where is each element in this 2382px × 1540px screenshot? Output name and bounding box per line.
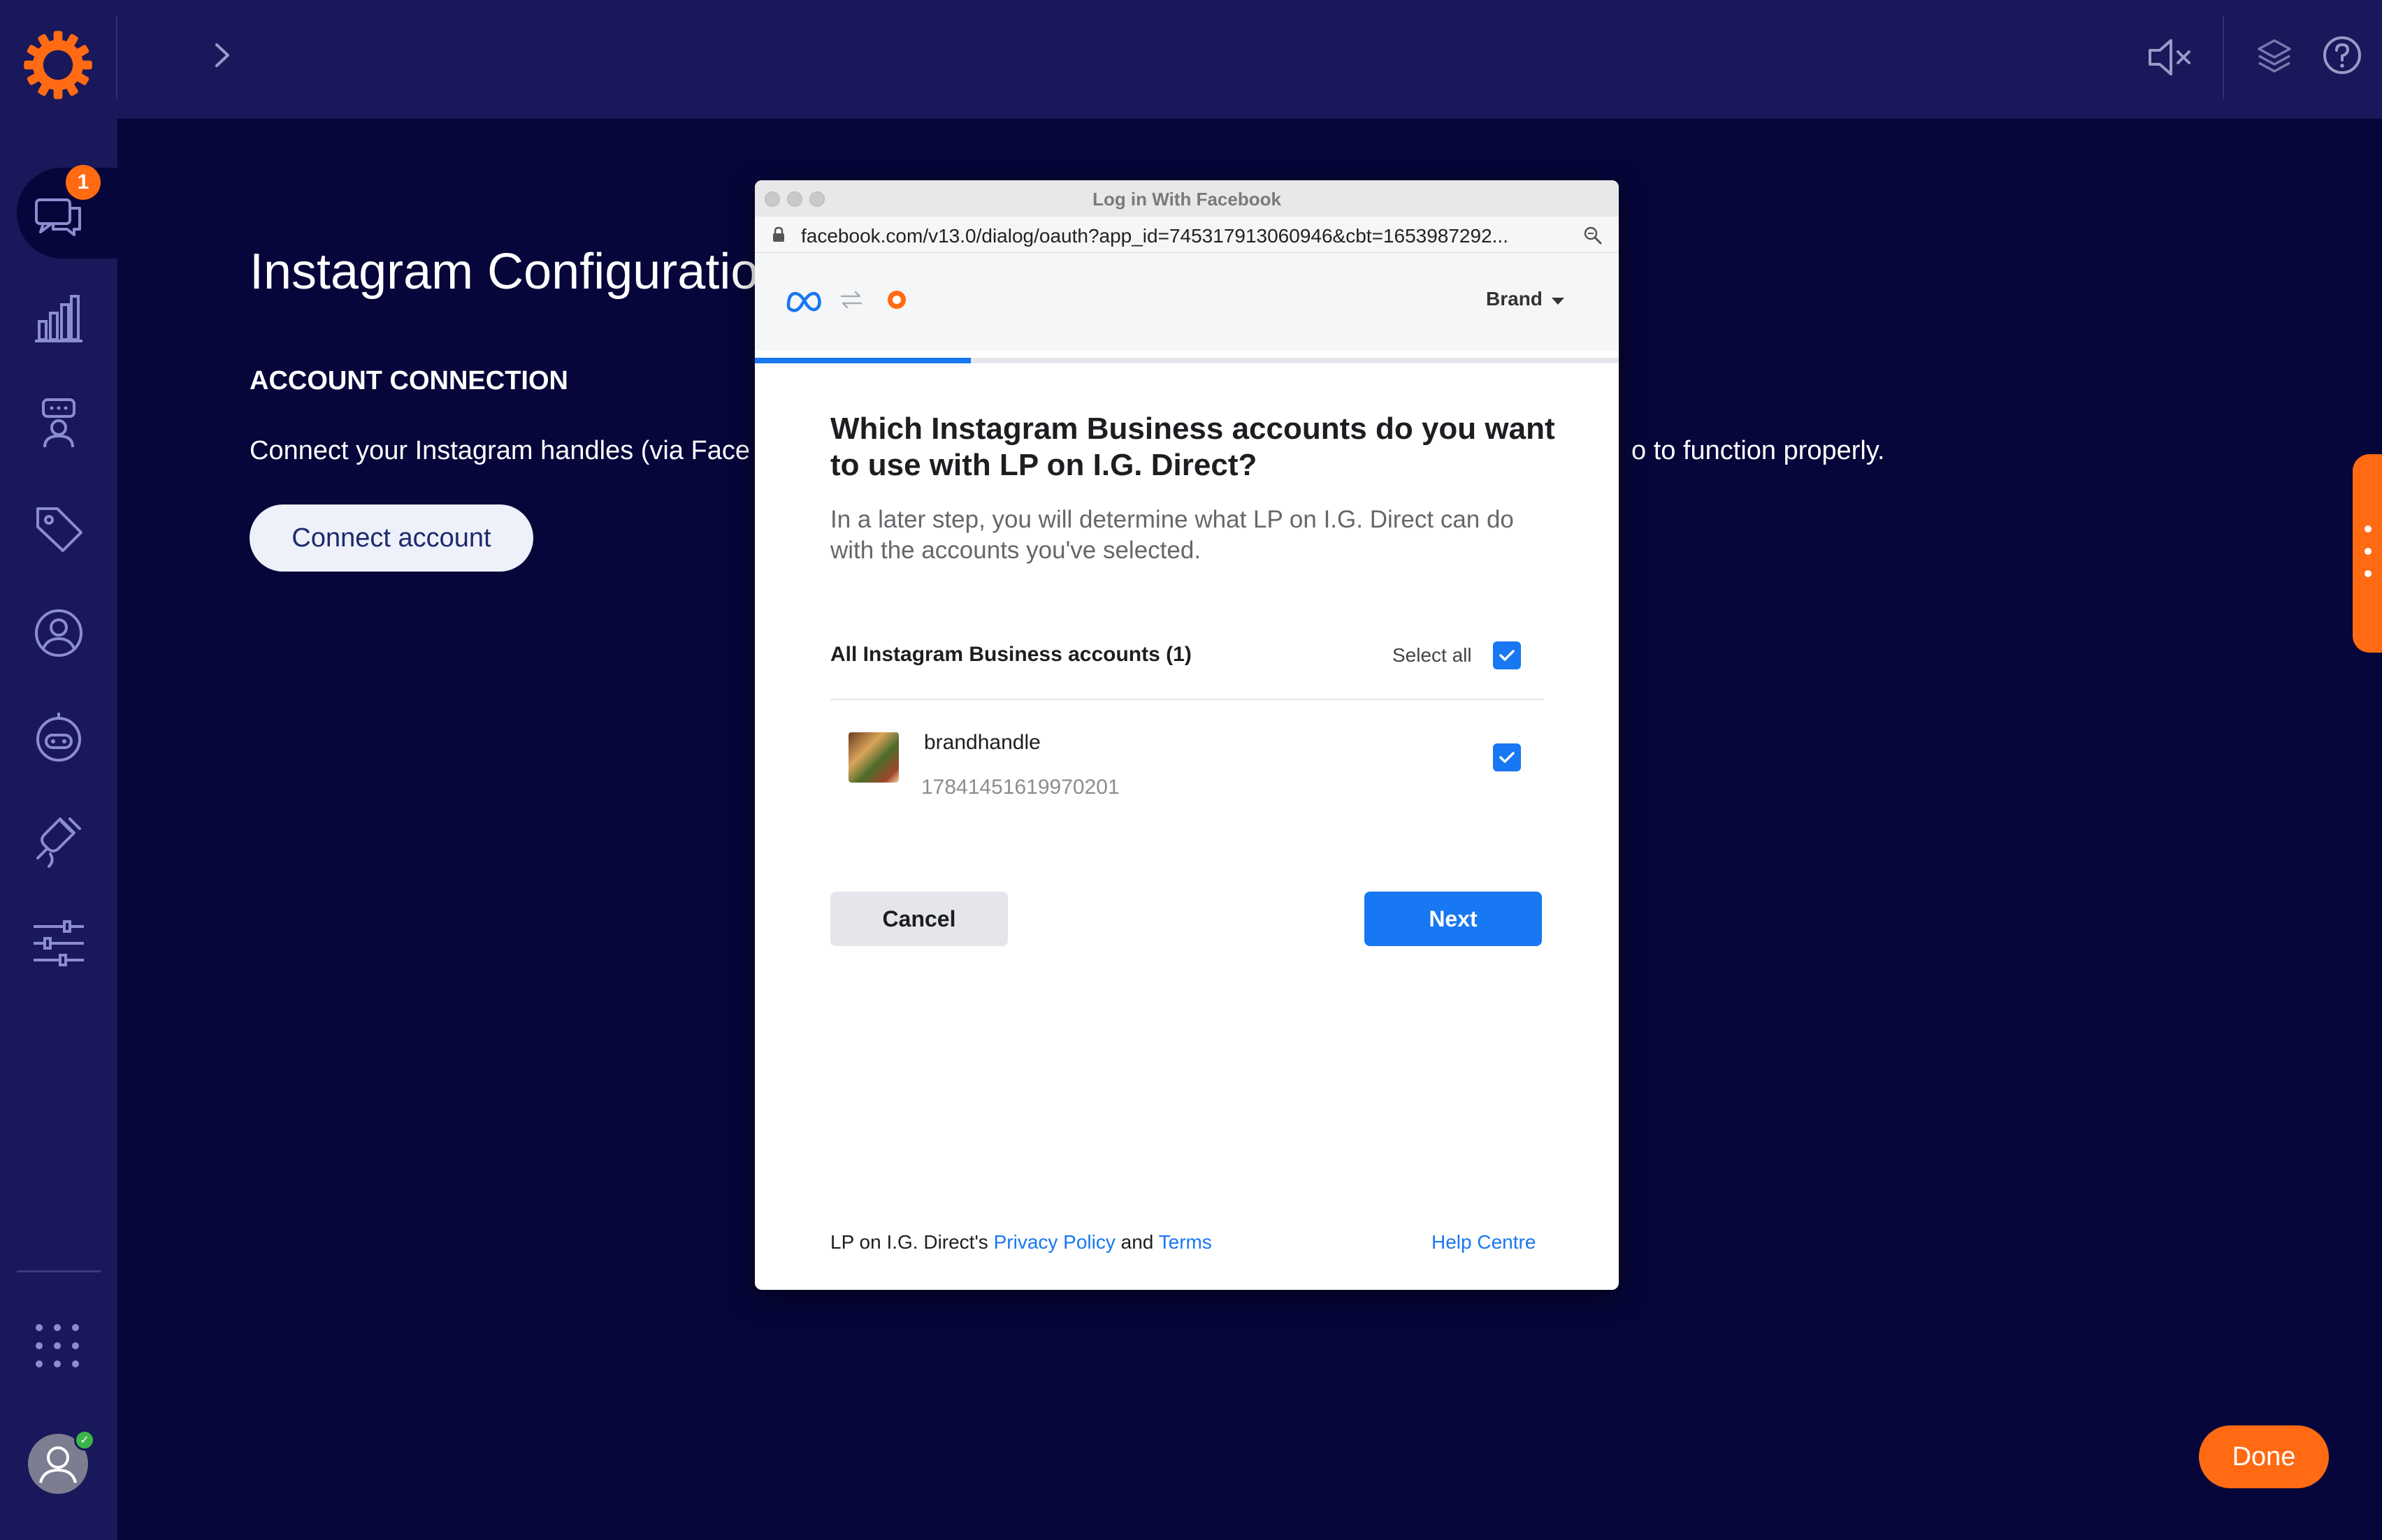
swap-arrows-icon [840, 291, 862, 309]
footer-and: and [1115, 1231, 1159, 1253]
description: Connect your Instagram handles (via Face [250, 436, 750, 466]
progress-bar [755, 358, 1619, 363]
sidebar: 1 ✓ [0, 119, 129, 1540]
app-logo-icon [888, 291, 906, 309]
window-titlebar: Log in With Facebook [755, 180, 1619, 217]
privacy-policy-link[interactable]: Privacy Policy [994, 1231, 1116, 1253]
topbar-divider-right [2223, 15, 2224, 99]
brand-selector[interactable]: Brand [1486, 288, 1543, 310]
dialog-question: Which Instagram Business accounts do you… [830, 412, 1555, 482]
account-name: brandhandle [924, 731, 1041, 754]
footer-legal: LP on I.G. Direct's Privacy Policy and T… [830, 1231, 1212, 1254]
bar-chart-icon[interactable] [31, 291, 87, 347]
progress-fill [755, 358, 971, 363]
cancel-button[interactable]: Cancel [830, 892, 1008, 946]
description-left: Connect your Instagram handles (via Face [250, 436, 751, 465]
footer-prefix: LP on I.G. Direct's [830, 1231, 994, 1253]
top-bar [0, 0, 2382, 119]
online-status-badge: ✓ [74, 1430, 95, 1451]
side-drawer-tab[interactable] [2353, 454, 2382, 653]
speaker-muted-icon[interactable] [2146, 35, 2195, 80]
description-right: o to function properly. [1631, 436, 1885, 465]
select-all-checkbox[interactable] [1493, 641, 1521, 669]
drawer-dot [2365, 525, 2372, 532]
tag-icon[interactable] [31, 500, 87, 556]
sliders-icon[interactable] [31, 915, 87, 971]
url-text: facebook.com/v13.0/dialog/oauth?app_id=7… [801, 225, 1508, 247]
facebook-login-window: Log in With Facebook facebook.com/v13.0/… [755, 180, 1619, 1290]
account-id: 17841451619970201 [921, 776, 1120, 799]
lock-icon [773, 226, 784, 242]
section-heading: ACCOUNT CONNECTION [250, 366, 568, 395]
bot-icon[interactable] [31, 710, 87, 766]
account-avatar [849, 732, 899, 783]
drawer-dot [2365, 548, 2372, 555]
help-centre-link[interactable]: Help Centre [1431, 1231, 1536, 1254]
sidebar-divider [17, 1270, 101, 1272]
agent-icon[interactable] [31, 395, 87, 451]
list-divider [830, 699, 1543, 700]
window-title: Log in With Facebook [1092, 189, 1281, 210]
checkmark-icon [1499, 752, 1515, 763]
magnifier-icon[interactable] [1582, 225, 1603, 246]
checkmark-icon [1499, 650, 1515, 661]
sun-gear-logo-icon[interactable] [21, 28, 95, 102]
select-all-label[interactable]: Select all [1392, 644, 1472, 667]
address-bar[interactable]: facebook.com/v13.0/dialog/oauth?app_id=7… [755, 217, 1619, 253]
unread-badge: 1 [66, 165, 101, 200]
done-button[interactable]: Done [2199, 1425, 2329, 1488]
facebook-header: Brand [755, 253, 1619, 351]
account-checkbox[interactable] [1493, 743, 1521, 771]
chevron-right-icon[interactable] [208, 38, 236, 73]
next-button[interactable]: Next [1364, 892, 1542, 946]
topbar-divider [116, 15, 117, 99]
plug-icon[interactable] [31, 815, 87, 871]
terms-link[interactable]: Terms [1159, 1231, 1212, 1253]
user-circle-icon[interactable] [31, 605, 87, 661]
layers-icon[interactable] [2255, 35, 2294, 80]
dialog-subtext: In a later step, you will determine what… [830, 506, 1514, 564]
apps-grid-icon[interactable] [32, 1321, 82, 1371]
help-circle-icon[interactable] [2322, 35, 2362, 75]
accounts-header: All Instagram Business accounts (1) [830, 643, 1192, 666]
page-title: Instagram Configuratio [250, 244, 759, 300]
connect-account-button[interactable]: Connect account [250, 504, 533, 572]
meta-logo-icon [786, 291, 821, 312]
drawer-dot [2365, 570, 2372, 577]
caret-down-icon[interactable] [1550, 296, 1566, 306]
